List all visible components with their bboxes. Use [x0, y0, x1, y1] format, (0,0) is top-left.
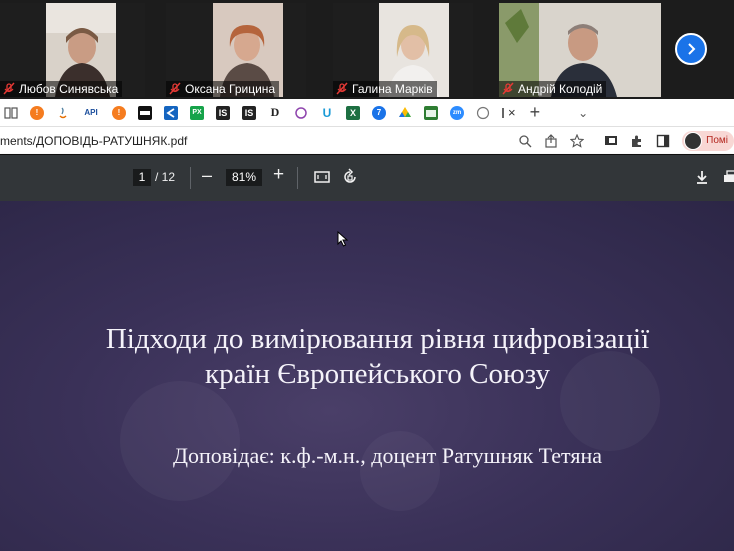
next-participants-button[interactable]: [675, 33, 707, 65]
rotate-icon[interactable]: [341, 168, 359, 186]
zoom-magnifier-icon[interactable]: [518, 134, 532, 148]
cloud-icon[interactable]: [294, 106, 308, 120]
extensions-icon[interactable]: [630, 134, 644, 148]
share-icon[interactable]: [544, 133, 558, 148]
slide-title: Підходи до вимірювання рівня цифровізаці…: [0, 322, 734, 392]
tab-close-icon[interactable]: ×: [508, 105, 516, 120]
pdf-page: Підходи до вимірювання рівня цифровізаці…: [0, 201, 734, 551]
bookmark-icon[interactable]: [424, 105, 438, 120]
toolbar-divider: [190, 167, 191, 189]
page-total: / 12: [155, 170, 176, 184]
globe-icon[interactable]: [476, 106, 490, 120]
participant-name: Галина Марків: [352, 82, 433, 96]
fit-page-icon[interactable]: [313, 168, 331, 186]
tab-favicon: [502, 107, 504, 118]
download-icon[interactable]: [693, 168, 711, 186]
is-icon[interactable]: IS: [242, 105, 256, 120]
participant-name-bar: Андрій Колодій: [499, 81, 607, 97]
api-icon[interactable]: API: [82, 106, 100, 120]
participant-name-bar: Любов Синявська: [0, 81, 123, 97]
cast-icon[interactable]: [604, 134, 618, 148]
zoom-icon[interactable]: zm: [450, 105, 464, 120]
is-icon[interactable]: IS: [216, 105, 230, 120]
zoom-in-button[interactable]: +: [273, 164, 284, 186]
url-field[interactable]: ments/ДОПОВІДЬ-РАТУШНЯК.pdf: [0, 134, 512, 148]
participant-name: Любов Синявська: [19, 82, 119, 96]
address-bar[interactable]: ments/ДОПОВІДЬ-РАТУШНЯК.pdf Помі: [0, 127, 734, 154]
active-tab[interactable]: ×: [502, 105, 516, 120]
print-icon[interactable]: [722, 168, 734, 186]
slide-subtitle: Доповідає: к.ф.-м.н., доцент Ратушняк Те…: [173, 443, 602, 468]
mouse-cursor-icon: [337, 231, 349, 247]
chevron-right-icon: [688, 43, 696, 55]
brave-icon[interactable]: !: [112, 105, 126, 120]
slide-title-line: Підходи до вимірювання рівня цифровізаці…: [105, 323, 650, 355]
page-number-input[interactable]: 1: [133, 169, 151, 186]
mic-muted-icon: [335, 82, 349, 96]
seven-icon[interactable]: 7: [372, 105, 386, 120]
participant-name: Оксана Грицина: [185, 82, 276, 96]
participant-tile[interactable]: Андрій Колодій: [499, 3, 661, 97]
toolbar-divider: [297, 167, 298, 189]
participant-strip: Любов Синявська Оксана Грицина Галина Ма…: [0, 0, 734, 99]
side-panel-icon[interactable]: [656, 134, 670, 148]
zoom-level-input[interactable]: 81%: [226, 169, 262, 186]
zoom-out-button[interactable]: –: [202, 165, 212, 186]
bookmarks-bar: ! API ! PX IS IS D U X 7 zm × + ⌄: [0, 99, 734, 127]
mic-muted-icon: [501, 82, 515, 96]
tab-search-button[interactable]: ⌄: [578, 106, 588, 120]
bookmark-star-icon[interactable]: [570, 133, 585, 148]
new-tab-button[interactable]: +: [530, 102, 541, 123]
px-icon[interactable]: PX: [190, 105, 204, 120]
mic-muted-icon: [168, 82, 182, 96]
brave-icon[interactable]: !: [30, 105, 44, 120]
participant-tile[interactable]: Оксана Грицина: [166, 3, 306, 97]
excel-icon[interactable]: X: [346, 105, 360, 120]
java-icon[interactable]: [56, 106, 70, 120]
pdf-toolbar: 1 / 12 – 81% +: [0, 155, 734, 201]
bookmark-icon[interactable]: [138, 105, 152, 120]
reading-mode-icon[interactable]: [4, 106, 18, 120]
profile-button[interactable]: Помі: [682, 130, 734, 151]
avatar: [684, 131, 703, 150]
d-icon[interactable]: D: [268, 106, 282, 120]
participant-name-bar: Галина Марків: [333, 81, 437, 97]
participant-tile[interactable]: Галина Марків: [333, 3, 473, 97]
u-icon[interactable]: U: [320, 106, 334, 120]
bookmark-icon[interactable]: [164, 105, 178, 120]
slide-title-line: країн Європейського Союзу: [204, 358, 551, 390]
background-bokeh: [120, 381, 240, 501]
google-drive-icon[interactable]: [398, 106, 412, 120]
participant-name-bar: Оксана Грицина: [166, 81, 280, 97]
profile-label: Помі: [706, 135, 728, 146]
participant-name: Андрій Колодій: [518, 82, 603, 96]
mic-muted-icon: [2, 82, 16, 96]
participant-tile[interactable]: Любов Синявська: [0, 3, 145, 97]
